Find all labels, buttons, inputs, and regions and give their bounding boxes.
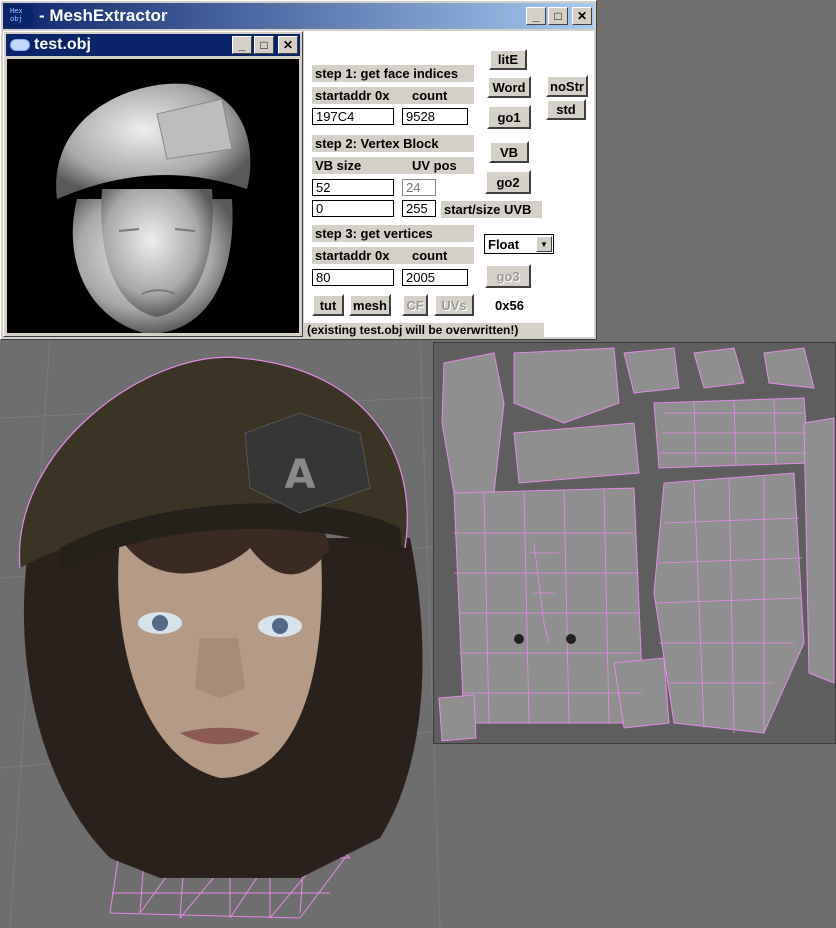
step1-count-label: count (412, 88, 448, 103)
preview-minimize-button[interactable]: _ (232, 36, 252, 54)
step3-count-input[interactable]: 2005 (402, 269, 468, 286)
step1-startaddr-label: startaddr 0x (315, 88, 390, 103)
uv-nostril-right (566, 634, 576, 644)
uv-map-render (434, 343, 835, 743)
go3-button[interactable]: go3 (485, 264, 531, 288)
uvb-start-input[interactable]: 0 (312, 200, 394, 217)
step3-addr-count-header: startaddr 0x count (312, 247, 474, 264)
maximize-button[interactable]: □ (548, 7, 568, 25)
uvs-button[interactable]: UVs (434, 294, 474, 316)
stride-readout: 0x56 (495, 298, 524, 313)
vbsize-input[interactable]: 52 (312, 179, 394, 196)
vb-button[interactable]: VB (489, 141, 529, 163)
nostr-button[interactable]: noStr (546, 75, 588, 97)
step1-addr-count-header: startaddr 0x count (312, 87, 474, 104)
step3-startaddr-input[interactable]: 80 (312, 269, 394, 286)
uvpos-label: UV pos (412, 158, 457, 173)
minimize-button[interactable]: _ (526, 7, 546, 25)
cf-button[interactable]: CF (402, 294, 428, 316)
std-button[interactable]: std (546, 99, 586, 120)
preview-titlebar[interactable]: test.obj _ □ ✕ (6, 34, 300, 56)
uvb-label: start/size UVB (441, 201, 542, 218)
window-title: - MeshExtractor (39, 6, 168, 25)
nose (195, 638, 245, 698)
uvb-size-input[interactable]: 255 (402, 200, 436, 217)
main-titlebar[interactable]: Hex obj - MeshExtractor _ □ ✕ (3, 3, 594, 29)
step1-startaddr-input[interactable]: 197C4 (312, 108, 394, 125)
preview-maximize-button[interactable]: □ (254, 36, 274, 54)
mesh-extractor-window: Hex obj - MeshExtractor _ □ ✕ test.obj _… (0, 0, 597, 340)
word-button[interactable]: Word (487, 76, 531, 98)
lite-button[interactable]: litE (489, 49, 527, 70)
tut-button[interactable]: tut (312, 294, 344, 316)
go2-button[interactable]: go2 (485, 170, 531, 194)
chevron-down-icon[interactable]: ▼ (536, 236, 552, 252)
step3-count-label: count (412, 248, 448, 263)
mesh-button[interactable]: mesh (349, 294, 391, 316)
preview-window: test.obj _ □ ✕ (3, 31, 303, 337)
uvpos-input[interactable]: 24 (402, 179, 436, 196)
badge-letter-icon: A (285, 452, 316, 498)
mesh-preview-render[interactable] (7, 59, 299, 333)
step2-vb-uv-header: VB size UV pos (312, 157, 474, 174)
format-select-value: Float (488, 236, 520, 252)
uv-nostril-left (514, 634, 524, 644)
desktop: A Hex obj - MeshExtractor _ □ ✕ test.obj… (0, 0, 836, 928)
preview-close-button[interactable]: ✕ (278, 36, 298, 54)
format-select[interactable]: Float ▼ (484, 234, 554, 254)
step2-label: step 2: Vertex Block (312, 135, 474, 152)
step3-label: step 3: get vertices (312, 225, 474, 242)
preview-window-controls: _ □ ✕ (232, 36, 298, 54)
step3-startaddr-label: startaddr 0x (315, 248, 390, 263)
obj-file-icon (10, 39, 30, 51)
preview-title: test.obj (34, 36, 91, 53)
control-panel: step 1: get face indices startaddr 0x co… (304, 31, 594, 338)
go1-button[interactable]: go1 (487, 105, 531, 129)
uv-map-panel[interactable] (433, 342, 836, 744)
overwrite-warning: (existing test.obj will be overwritten!) (304, 323, 544, 338)
main-window-controls: _ □ ✕ (526, 7, 592, 25)
step1-label: step 1: get face indices (312, 65, 474, 82)
app-hexobj-icon: Hex obj (7, 5, 33, 27)
vbsize-label: VB size (315, 158, 362, 173)
gray-head-render (56, 83, 251, 333)
step1-count-input[interactable]: 9528 (402, 108, 468, 125)
close-button[interactable]: ✕ (572, 7, 592, 25)
